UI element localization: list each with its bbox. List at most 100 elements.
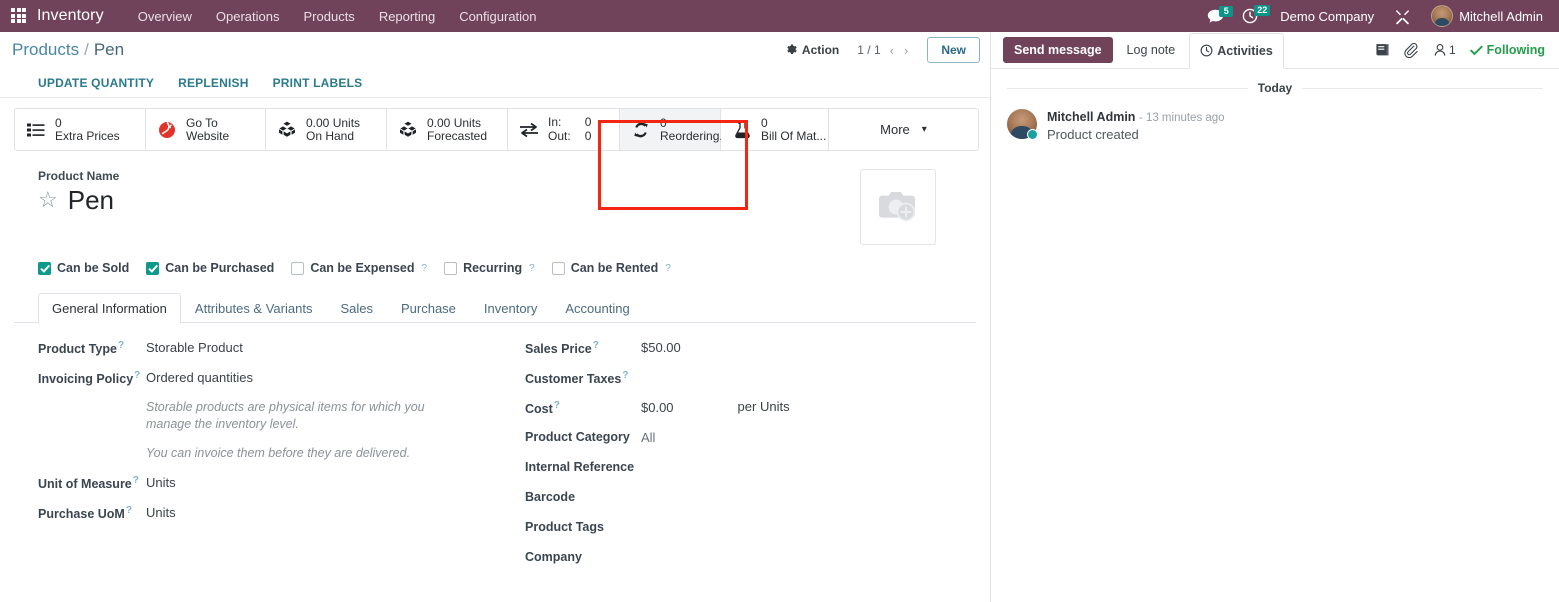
field-company: Company xyxy=(525,549,952,566)
new-button[interactable]: New xyxy=(927,37,980,63)
smart-button-go-to-website[interactable]: Go To Website xyxy=(146,109,266,150)
control-panel: Products / Pen Action 1 / 1 ‹ › New UPDA… xyxy=(0,32,990,98)
purchase-uom-label: Purchase UoM xyxy=(38,507,125,522)
tab-inventory[interactable]: Inventory xyxy=(470,293,551,323)
activities-button[interactable]: Activities xyxy=(1189,32,1284,69)
product-title-row: Product Name ☆ Pen xyxy=(14,169,976,245)
cost-value[interactable]: $0.00 xyxy=(641,399,674,415)
field-label: Invoicing Policy? xyxy=(38,369,146,386)
checkbox-recurring[interactable]: Recurring ? xyxy=(444,261,535,275)
help-icon[interactable]: ? xyxy=(529,263,535,274)
activities-button[interactable]: 22 xyxy=(1236,4,1271,28)
check-icon xyxy=(1469,45,1483,55)
smart-button-forecasted[interactable]: 0.00 Units Forecasted xyxy=(387,109,508,150)
form-sheet: 0 Extra Prices Go To Website 0.00 Units … xyxy=(0,98,990,602)
product-type-helper: Storable products are physical items for… xyxy=(38,399,495,433)
following-button[interactable]: Following xyxy=(1469,43,1545,57)
field-product-type: Product Type? Storable Product xyxy=(38,339,495,356)
invoicing-policy-value[interactable]: Ordered quantities xyxy=(146,369,253,385)
messages-button[interactable]: 5 xyxy=(1201,5,1234,28)
menu-item-overview[interactable]: Overview xyxy=(126,3,204,30)
help-icon[interactable]: ? xyxy=(126,505,132,516)
checkbox-label: Can be Rented xyxy=(570,261,659,275)
company-switcher[interactable]: Demo Company xyxy=(1270,5,1384,28)
smart-button-reordering-rules[interactable]: 0 Reordering... xyxy=(620,109,729,150)
message-author[interactable]: Mitchell Admin xyxy=(1047,110,1135,124)
out-label: Out: xyxy=(548,129,571,143)
help-icon[interactable]: ? xyxy=(665,263,671,274)
checkbox-box[interactable] xyxy=(146,261,160,275)
followers-button[interactable]: 1 xyxy=(1433,43,1456,57)
field-label: Purchase UoM? xyxy=(38,504,146,521)
star-outline-icon[interactable]: ☆ xyxy=(38,189,58,211)
checkbox-can-be-expensed[interactable]: Can be Expensed ? xyxy=(291,261,427,275)
control-panel-actions: Action 1 / 1 ‹ › New xyxy=(782,37,980,63)
smart-button-more[interactable]: More ▾ xyxy=(829,109,978,150)
chevron-left-icon[interactable]: ‹ xyxy=(889,43,895,58)
apps-grid-icon[interactable] xyxy=(11,8,27,24)
product-name-value[interactable]: Pen xyxy=(68,185,114,215)
developer-tools-button[interactable] xyxy=(1388,4,1419,29)
help-icon[interactable]: ? xyxy=(118,340,124,351)
field-label: Cost? xyxy=(525,399,641,416)
book-icon[interactable] xyxy=(1375,43,1390,57)
user-menu[interactable]: Mitchell Admin xyxy=(1423,3,1551,29)
smart-button-box: 0 Extra Prices Go To Website 0.00 Units … xyxy=(14,108,979,151)
log-note-button[interactable]: Log note xyxy=(1117,37,1186,63)
website-value: Go To xyxy=(186,115,218,130)
tab-accounting[interactable]: Accounting xyxy=(551,293,643,323)
help-icon[interactable]: ? xyxy=(133,475,139,486)
avatar xyxy=(1007,109,1038,140)
print-labels-button[interactable]: PRINT LABELS xyxy=(273,76,363,90)
refresh-icon xyxy=(630,119,652,141)
help-icon[interactable]: ? xyxy=(554,400,560,411)
chevron-right-icon[interactable]: › xyxy=(903,43,909,58)
paperclip-icon[interactable] xyxy=(1404,42,1419,58)
day-separator-label: Today xyxy=(1257,81,1293,95)
smart-button-in-out[interactable]: In: 0 Out: 0 xyxy=(508,109,620,150)
sales-price-value[interactable]: $50.00 xyxy=(641,339,681,355)
message-body: Mitchell Admin - 13 minutes ago Product … xyxy=(1047,109,1225,142)
checkbox-box[interactable] xyxy=(551,261,565,275)
checkbox-box[interactable] xyxy=(291,261,305,275)
send-message-button[interactable]: Send message xyxy=(1003,37,1113,63)
field-label: Product Type? xyxy=(38,339,146,356)
product-name-label: Product Name xyxy=(38,169,120,183)
unit-of-measure-value[interactable]: Units xyxy=(146,474,176,490)
checkbox-box[interactable] xyxy=(38,261,51,275)
smart-button-on-hand[interactable]: 0.00 Units On Hand xyxy=(266,109,387,150)
checkbox-box[interactable] xyxy=(444,261,458,275)
menu-item-products[interactable]: Products xyxy=(292,3,367,30)
smart-button-extra-prices[interactable]: 0 Extra Prices xyxy=(15,109,146,150)
action-button[interactable]: Action xyxy=(782,40,843,60)
update-quantity-button[interactable]: UPDATE QUANTITY xyxy=(38,76,154,90)
checkbox-can-be-purchased[interactable]: Can be Purchased xyxy=(146,261,274,275)
tab-sales[interactable]: Sales xyxy=(326,293,387,323)
breadcrumb-products[interactable]: Products xyxy=(12,40,79,60)
product-category-value[interactable]: All xyxy=(641,429,655,445)
menu-item-configuration[interactable]: Configuration xyxy=(447,3,548,30)
smart-button-text: 0 Reordering... xyxy=(660,116,729,143)
control-panel-top: Products / Pen Action 1 / 1 ‹ › New xyxy=(10,32,980,68)
field-label: Customer Taxes? xyxy=(525,369,641,386)
menu-item-reporting[interactable]: Reporting xyxy=(367,3,447,30)
product-type-value[interactable]: Storable Product xyxy=(146,339,243,355)
clock-icon xyxy=(1200,44,1213,57)
checkbox-can-be-rented[interactable]: Can be Rented ? xyxy=(551,261,671,275)
checkbox-can-be-sold[interactable]: Can be Sold xyxy=(38,261,129,275)
help-icon[interactable]: ? xyxy=(134,370,140,381)
smart-button-bill-of-materials[interactable]: 0 Bill Of Mat... xyxy=(721,109,829,150)
app-brand-inventory[interactable]: Inventory xyxy=(37,7,104,25)
list-icon xyxy=(25,119,47,141)
body-split: Products / Pen Action 1 / 1 ‹ › New UPDA… xyxy=(0,32,1559,602)
product-image-upload[interactable] xyxy=(860,169,936,245)
purchase-uom-value[interactable]: Units xyxy=(146,504,176,520)
replenish-button[interactable]: REPLENISH xyxy=(178,76,248,90)
tab-attributes-variants[interactable]: Attributes & Variants xyxy=(181,293,327,323)
help-icon[interactable]: ? xyxy=(422,263,428,274)
tab-general-information[interactable]: General Information xyxy=(38,293,181,323)
help-icon[interactable]: ? xyxy=(622,370,628,381)
menu-item-operations[interactable]: Operations xyxy=(204,3,292,30)
tab-purchase[interactable]: Purchase xyxy=(387,293,470,323)
help-icon[interactable]: ? xyxy=(593,340,599,351)
